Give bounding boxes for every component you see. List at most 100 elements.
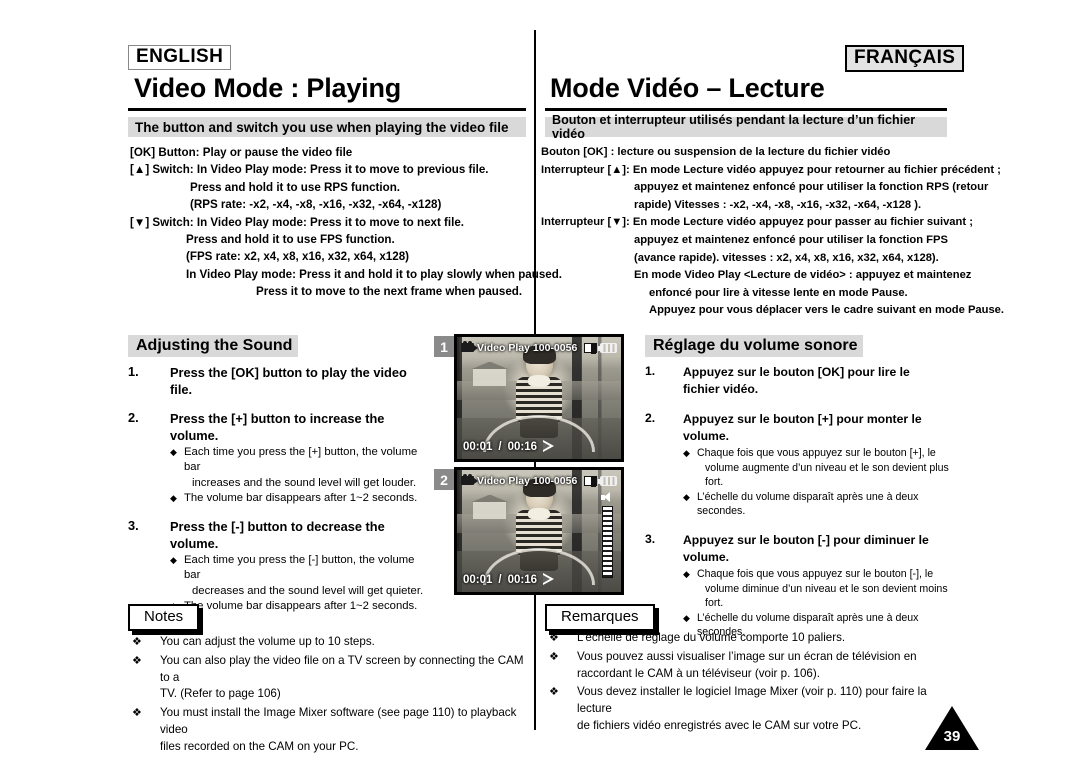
step-bullets: ◆ Chaque fois que vous appuyez sur le bo… — [683, 446, 950, 519]
step-item: 3. Press the [-] button to decrease the … — [128, 518, 428, 614]
flower-bullet-icon: ❖ — [549, 632, 559, 644]
diamond-bullet-icon: ◆ — [683, 612, 690, 623]
camcorder-screenshot-1: Video Play 100-0056 00:01 / 00:16 — [454, 334, 624, 462]
page-number: 39 — [943, 728, 961, 745]
spec-line: Bouton [OK] : lecture ou suspension de l… — [541, 146, 891, 158]
note-item: ❖ Vous devez installer le logiciel Image… — [545, 684, 955, 734]
step-number: 3. — [645, 531, 656, 546]
spec-line: rapide) Vitesses : -x2, -x4, -x8, -x16, … — [634, 198, 922, 211]
time-separator: / — [498, 440, 502, 453]
language-tag-french: FRANÇAIS — [845, 45, 965, 72]
note-text: Vous pouvez aussi visualiser l’image sur… — [577, 649, 917, 663]
step-heading: Press the [OK] button to play the video … — [170, 365, 407, 397]
osd-top-bar-1: Video Play 100-0056 — [457, 340, 621, 355]
step-heading-line1: Appuyez sur le bouton [OK] pour lire le — [683, 365, 910, 379]
subsection-banner-french: Réglage du volume sonore — [645, 335, 863, 357]
manual-page: ENGLISH Video Mode : Playing The button … — [0, 0, 1080, 764]
step-item: 2. Press the [+] button to increase the … — [128, 410, 428, 506]
bullet-text: Each time you press the [+] button, the … — [184, 446, 418, 474]
diamond-bullet-icon: ◆ — [170, 492, 177, 503]
flower-bullet-icon: ❖ — [132, 636, 142, 648]
bullet-item: ◆ Each time you press the [+] button, th… — [170, 445, 428, 491]
language-tag-english: ENGLISH — [128, 45, 232, 70]
step-heading: Appuyez sur le bouton [-] pour diminuer … — [683, 532, 950, 566]
section-banner-french: Bouton et interrupteur utilisés pendant … — [545, 113, 947, 141]
spec-line: Press and hold it to use FPS function. — [186, 233, 395, 247]
step-heading: Appuyez sur le bouton [+] pour monter le… — [683, 412, 922, 443]
title-rule-french — [545, 108, 947, 111]
spec-line: Appuyez pour vous déplacer vers le cadre… — [649, 304, 1005, 317]
step-number: 1. — [128, 364, 139, 379]
step-heading: Press the [-] button to decrease the vol… — [170, 519, 385, 552]
bullet-text-cont: decreases and the sound level will get q… — [192, 584, 424, 597]
bullet-text-cont: volume augmente d’un niveau et le son de… — [705, 461, 949, 489]
step-bullets: ◆ Each time you press the [-] button, th… — [170, 553, 428, 614]
spec-line: Interrupteur [▼]: En mode Lecture vidéo … — [541, 216, 973, 229]
diamond-bullet-icon: ◆ — [683, 448, 690, 458]
note-text-cont: de fichiers vidéo enregistrés avec le CA… — [577, 718, 862, 732]
screenshot-badge-2: 2 — [434, 469, 454, 490]
spec-line: Interrupteur [▲]: En mode Lecture vidéo … — [541, 163, 1001, 176]
page-number-badge: 39 — [925, 706, 979, 750]
spec-line: Press it to move to the next frame when … — [256, 285, 523, 299]
note-text-cont: raccordant le CAM à un téléviseur (voir … — [577, 666, 820, 680]
note-text: Vous devez installer le logiciel Image M… — [577, 685, 927, 716]
total-time: 00:16 — [507, 573, 538, 586]
title-rule-english — [128, 108, 526, 111]
bullet-item: ◆ The volume bar disappears after 1~2 se… — [170, 491, 428, 506]
total-time: 00:16 — [507, 440, 538, 453]
note-item: ❖ You can adjust the volume up to 10 ste… — [128, 634, 528, 651]
spec-block-french: Bouton [OK] : lecture ou suspension de l… — [541, 144, 1004, 320]
step-heading-line2: fichier vidéo. — [683, 382, 759, 396]
note-text: L’échelle de réglage du volume comporte … — [577, 631, 846, 644]
bullet-text: Each time you press the [-] button, the … — [184, 554, 415, 582]
notes-list-english: ❖ You can adjust the volume up to 10 ste… — [128, 634, 528, 758]
section-banner-english: The button and switch you use when playi… — [128, 117, 526, 137]
note-text-cont: TV. (Refer to page 106) — [160, 687, 281, 701]
step-number: 2. — [645, 411, 656, 425]
spec-line: (avance rapide). vitesses : x2, x4, x8, … — [634, 251, 939, 264]
bullet-item: ◆ Each time you press the [-] button, th… — [170, 553, 428, 599]
spec-line: In Video Play mode: Press it and hold it… — [186, 267, 563, 281]
spec-line: (FPS rate: x2, x4, x8, x16, x32, x64, x1… — [186, 250, 410, 264]
step-item: 3. Appuyez sur le bouton [-] pour diminu… — [645, 532, 950, 640]
language-tag-french-row: FRANÇAIS — [845, 45, 965, 72]
background-house — [473, 501, 507, 519]
spec-line: enfoncé pour lire à vitesse lente en mod… — [649, 286, 908, 299]
bullet-text: L’échelle du volume disparaît après une … — [697, 490, 919, 518]
step-number: 2. — [128, 410, 139, 425]
diamond-bullet-icon: ◆ — [170, 447, 177, 457]
step-heading-line2: volume. — [683, 549, 730, 564]
spec-line: appuyez et maintenez enfoncé pour utilis… — [634, 233, 948, 246]
background-house — [473, 368, 507, 386]
osd-top-bar-2: Video Play 100-0056 — [457, 473, 621, 488]
diamond-bullet-icon: ◆ — [683, 491, 690, 502]
bullet-text: The volume bar disappears after 1~2 seco… — [184, 491, 418, 504]
page-title-english: Video Mode : Playing — [134, 73, 402, 103]
osd-bottom-bar-1: 00:01 / 00:16 — [463, 440, 555, 453]
screenshot-badge-1: 1 — [434, 336, 454, 357]
note-text: You must install the Image Mixer softwar… — [160, 706, 517, 736]
battery-icon — [598, 342, 617, 353]
notes-tag-english: Notes — [128, 604, 200, 631]
child-collar — [527, 375, 550, 387]
osd-bottom-bar-2: 00:01 / 00:16 — [463, 573, 555, 586]
bullet-item: ◆ The volume bar disappears after 1~2 se… — [170, 599, 428, 614]
camcorder-screenshot-2: Video Play 100-0056 00:01 / 00:16 — [454, 467, 624, 595]
osd-mode-label: Video Play — [477, 474, 530, 487]
note-item: ❖ You must install the Image Mixer softw… — [128, 705, 528, 755]
note-text-cont: files recorded on the CAM on your PC. — [160, 739, 359, 753]
elapsed-time: 00:01 — [463, 440, 493, 453]
steps-list-french: 1. Appuyez sur le bouton [OK] pour lire … — [645, 364, 950, 643]
step-heading: Appuyez sur le bouton [OK] pour lire le … — [683, 364, 950, 398]
volume-bar — [602, 506, 613, 578]
notes-list-french: ❖ L’échelle de réglage du volume comport… — [545, 630, 955, 737]
note-item: ❖ Vous pouvez aussi visualiser l’image s… — [545, 649, 955, 683]
spec-line: [▲] Switch: In Video Play mode: Press it… — [130, 163, 489, 177]
bullet-item: ◆ Chaque fois que vous appuyez sur le bo… — [683, 446, 950, 490]
diamond-bullet-icon: ◆ — [683, 568, 690, 579]
spec-line: [OK] Button: Play or pause the video fil… — [130, 146, 353, 159]
bullet-item: ◆ L’échelle du volume disparaît après un… — [683, 490, 950, 519]
step-item: 1. Appuyez sur le bouton [OK] pour lire … — [645, 364, 950, 398]
notes-tag-french: Remarques — [545, 604, 655, 631]
